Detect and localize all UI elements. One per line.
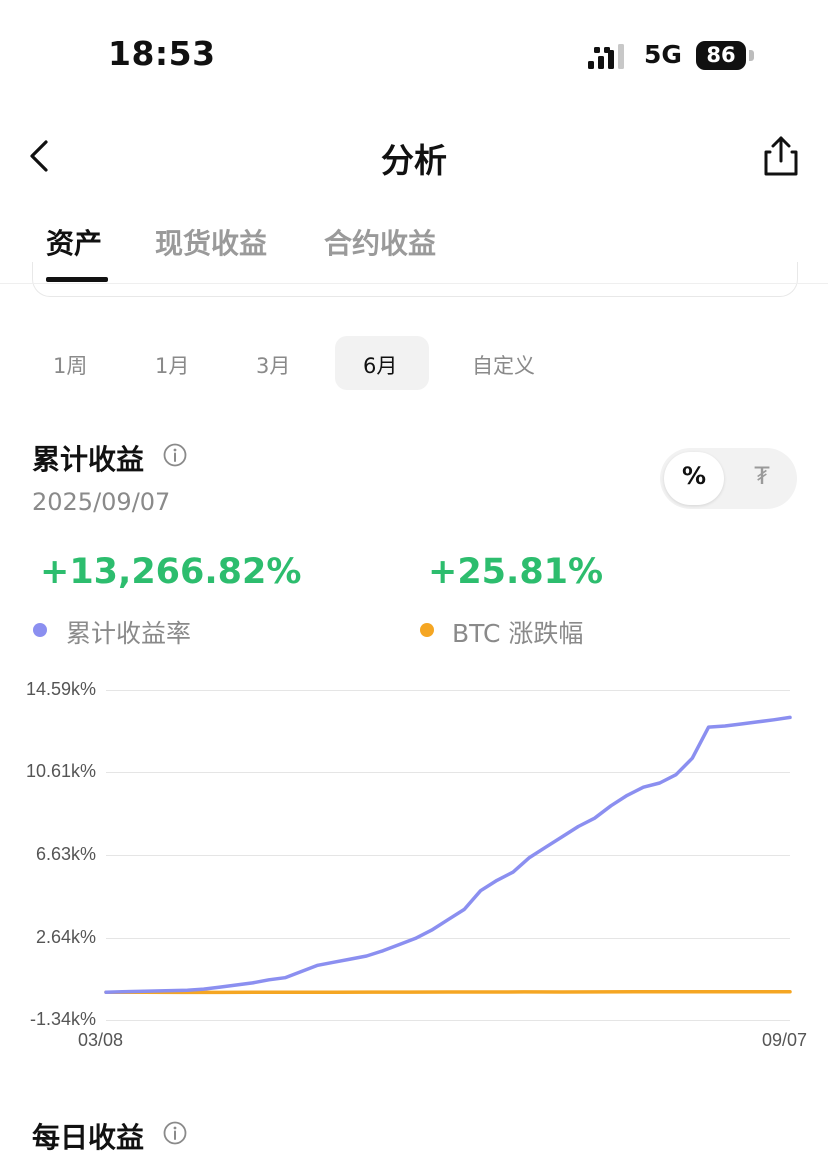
series-line (104, 715, 792, 994)
daily-title: 每日收益 (32, 1121, 145, 1154)
chart-lines (104, 715, 792, 995)
daily-info-icon[interactable] (163, 1121, 187, 1145)
series-line (104, 989, 792, 995)
